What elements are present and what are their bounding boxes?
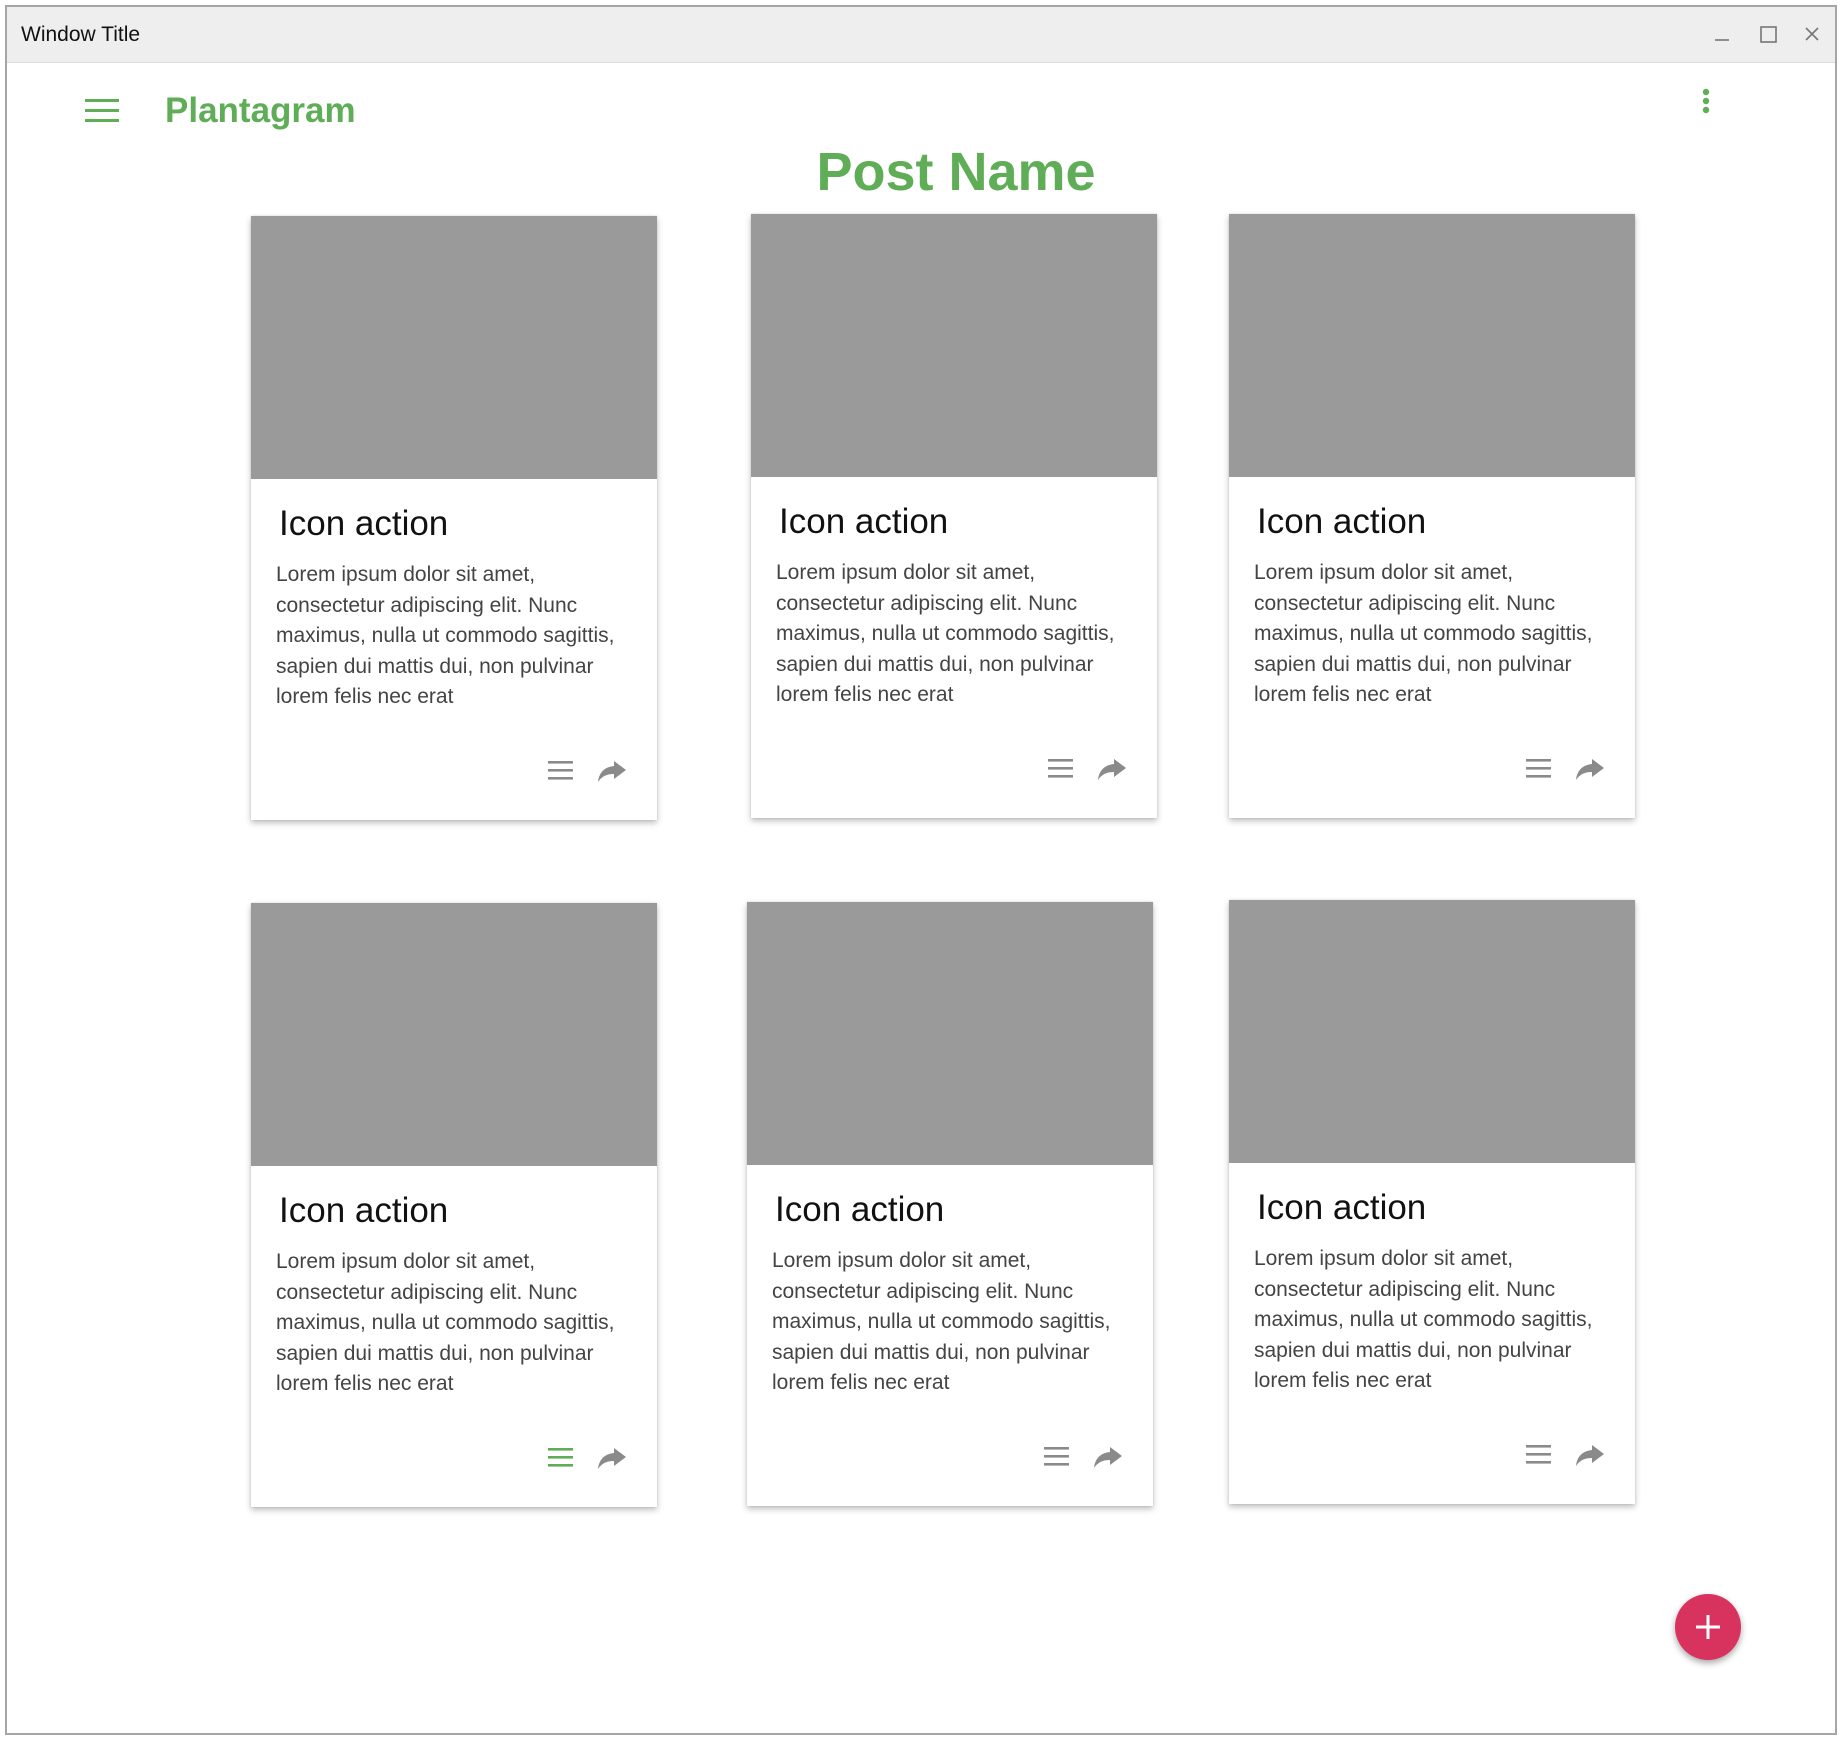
card-title: Icon action [1257, 502, 1427, 541]
list-icon[interactable] [1043, 752, 1077, 784]
maximize-icon[interactable] [1753, 19, 1783, 49]
page-title: Post Name [816, 142, 1096, 202]
post-card[interactable]: Icon action Lorem ipsum dolor sit amet, … [747, 902, 1153, 1506]
share-icon[interactable] [595, 754, 629, 786]
card-image [1229, 214, 1635, 477]
card-text: Lorem ipsum dolor sit amet, consectetur … [276, 563, 615, 708]
window-titlebar[interactable]: Window Title [7, 7, 1835, 63]
share-icon[interactable] [595, 1441, 629, 1473]
add-post-button[interactable] [1675, 1594, 1741, 1660]
share-icon[interactable] [1573, 752, 1607, 784]
card-image [747, 902, 1153, 1165]
list-icon[interactable] [1521, 1438, 1555, 1470]
card-image [251, 216, 657, 479]
post-card[interactable]: Icon action Lorem ipsum dolor sit amet, … [1229, 900, 1635, 1504]
list-icon[interactable] [543, 1441, 577, 1473]
more-vert-icon[interactable] [1695, 87, 1717, 121]
card-image [751, 214, 1157, 477]
card-text: Lorem ipsum dolor sit amet, consectetur … [276, 1250, 615, 1395]
card-text: Lorem ipsum dolor sit amet, consectetur … [1254, 561, 1593, 706]
card-text: Lorem ipsum dolor sit amet, consectetur … [772, 1249, 1111, 1394]
post-card[interactable]: Icon action Lorem ipsum dolor sit amet, … [251, 216, 657, 820]
post-card[interactable]: Icon action Lorem ipsum dolor sit amet, … [251, 903, 657, 1507]
window-title: Window Title [21, 23, 141, 46]
share-icon[interactable] [1573, 1438, 1607, 1470]
post-card[interactable]: Icon action Lorem ipsum dolor sit amet, … [751, 214, 1157, 818]
card-text: Lorem ipsum dolor sit amet, consectetur … [776, 561, 1115, 706]
app-window: Window Title Plantagram Post Name Icon a… [5, 5, 1837, 1735]
card-text: Lorem ipsum dolor sit amet, consectetur … [1254, 1247, 1593, 1392]
hamburger-menu-icon[interactable] [83, 95, 123, 127]
card-title: Icon action [775, 1190, 945, 1229]
card-title: Icon action [279, 1191, 449, 1230]
close-icon[interactable] [1797, 19, 1827, 49]
app-name: Plantagram [165, 91, 356, 130]
card-image [1229, 900, 1635, 1163]
list-icon[interactable] [543, 754, 577, 786]
card-title: Icon action [279, 504, 449, 543]
list-icon[interactable] [1521, 752, 1555, 784]
plus-icon [1696, 1615, 1720, 1639]
minimize-icon[interactable] [1707, 19, 1737, 49]
card-image [251, 903, 657, 1166]
share-icon[interactable] [1095, 752, 1129, 784]
share-icon[interactable] [1091, 1440, 1125, 1472]
post-card[interactable]: Icon action Lorem ipsum dolor sit amet, … [1229, 214, 1635, 818]
list-icon[interactable] [1039, 1440, 1073, 1472]
card-title: Icon action [779, 502, 949, 541]
card-title: Icon action [1257, 1188, 1427, 1227]
